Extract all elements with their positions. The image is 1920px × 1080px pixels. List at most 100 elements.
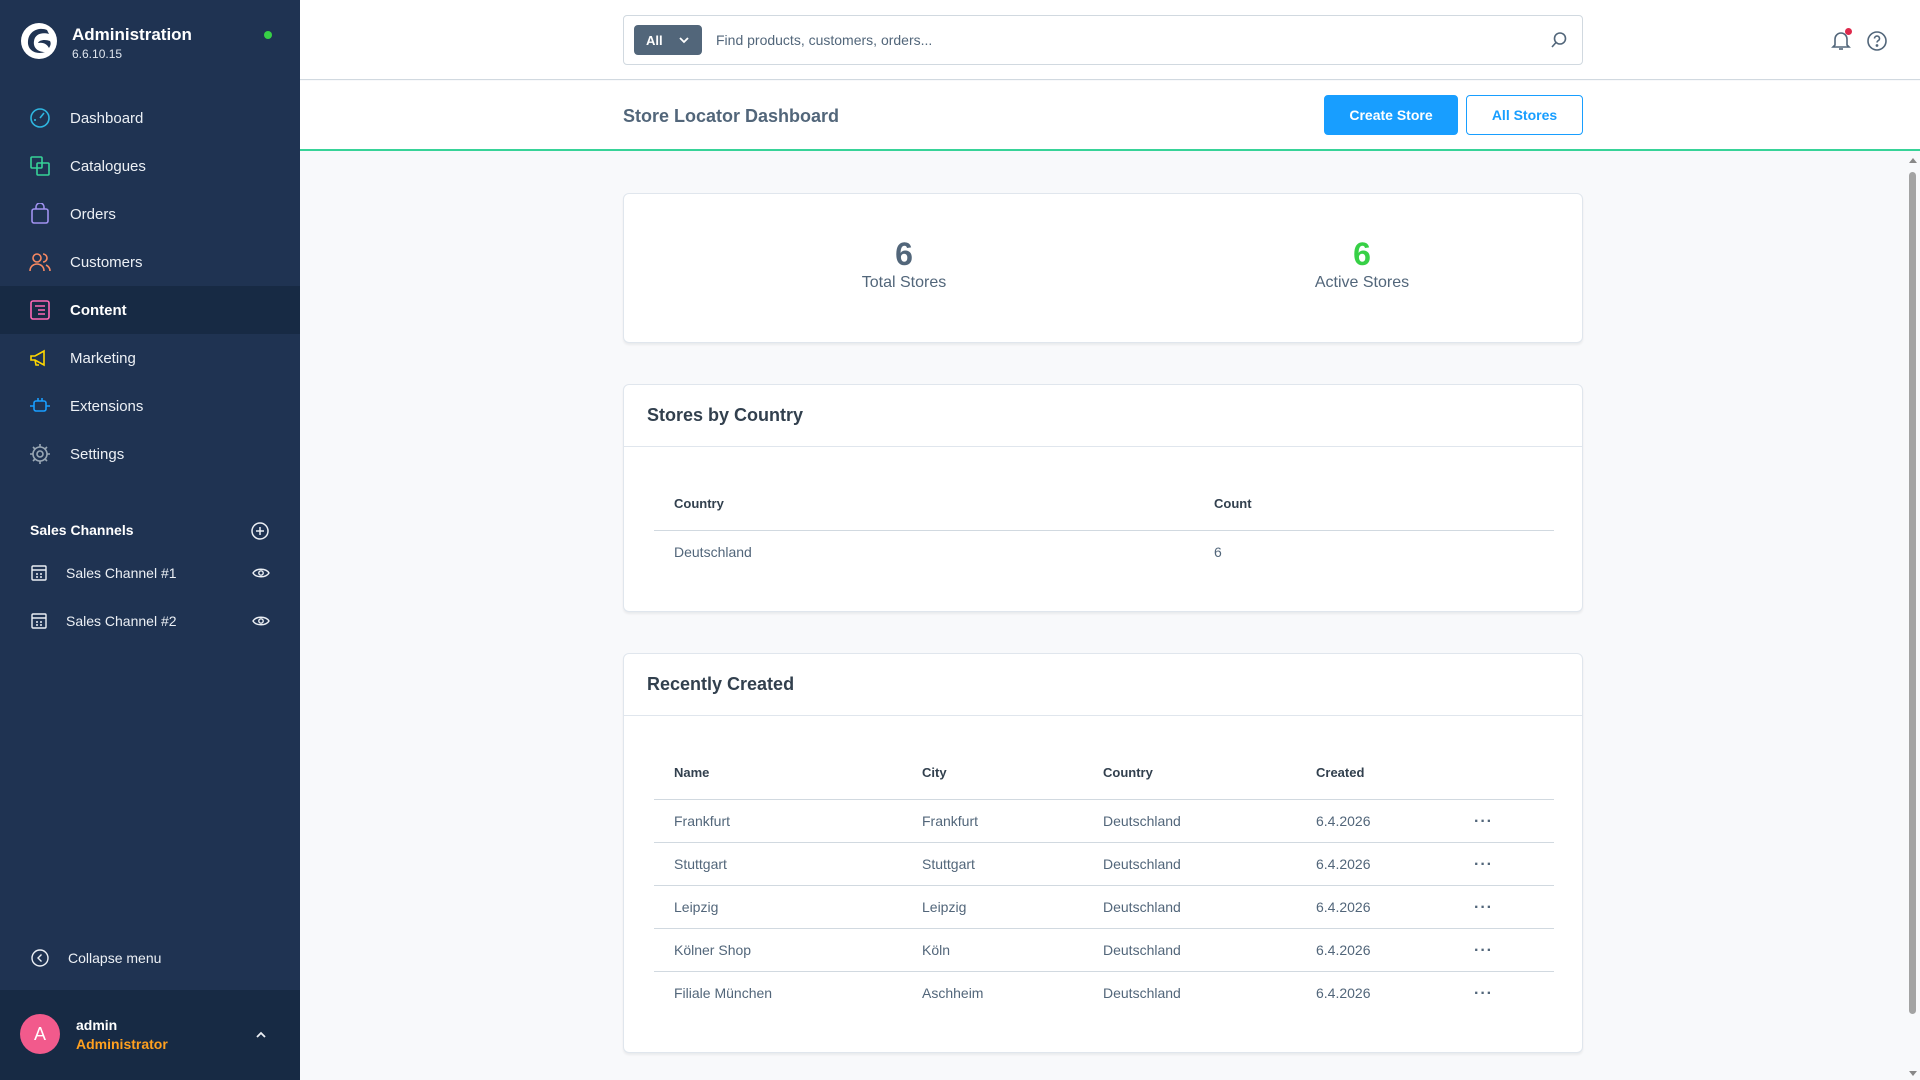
column-header-count: Count [1194,478,1554,531]
extensions-icon [28,394,52,418]
cell-count: 6 [1214,543,1222,560]
sales-channels-title: Sales Channels [30,522,134,538]
add-sales-channel-icon[interactable] [250,521,270,541]
customers-icon [28,250,52,274]
cell-name: Filiale München [674,984,773,1001]
nav-item-orders[interactable]: Orders [0,190,300,238]
page-scrollbar[interactable] [1906,153,1920,1080]
more-actions-icon[interactable]: ··· [1474,813,1493,829]
create-store-button[interactable]: Create Store [1324,95,1458,135]
cell-created: 6.4.2026 [1296,842,1474,886]
sales-channel-item[interactable]: Sales Channel #2 [30,608,274,636]
nav-label: Catalogues [70,157,146,175]
brand-version: 6.6.10.15 [72,47,123,61]
table-row[interactable]: Filiale München Aschheim Deutschland 6.4… [654,971,1554,1014]
nav-item-marketing[interactable]: Marketing [0,334,300,382]
more-actions-icon[interactable]: ··· [1474,942,1493,958]
search-type-dropdown[interactable]: All [634,25,702,55]
brand-title: Administration [72,25,192,44]
cell-country: Deutschland [1083,928,1296,972]
scroll-down-arrow[interactable] [1909,1071,1917,1076]
sidebar: Administration 6.6.10.15 Dashboard Catal… [0,0,300,1080]
nav-label: Settings [70,445,125,463]
table-row: Deutschland 6 [654,530,1554,573]
nav-label: Customers [70,253,143,271]
row-actions: ··· [1474,971,1554,1014]
chevron-up-icon[interactable] [254,1028,268,1042]
collapse-menu-button[interactable]: Collapse menu [30,946,270,970]
table-row[interactable]: Kölner Shop Köln Deutschland 6.4.2026 ··… [654,928,1554,972]
content-icon [28,298,52,322]
column-header-city: City [902,747,1083,800]
sales-channel-label: Sales Channel #1 [66,565,177,581]
column-header-name: Name [654,747,902,800]
sales-channel-item[interactable]: Sales Channel #1 [30,560,274,588]
user-role: Administrator [76,1036,168,1052]
scroll-thumb[interactable] [1909,172,1916,1014]
page-title: Store Locator Dashboard [623,106,840,126]
cell-country: Deutschland [1083,842,1296,886]
search-type-label: All [646,32,663,48]
collapse-menu-label: Collapse menu [68,950,162,966]
active-stores-stat: 6 Active Stores [1212,236,1512,292]
avatar: A [20,1014,60,1054]
more-actions-icon[interactable]: ··· [1474,899,1493,915]
recently-created-card: Recently Created Name City Country Creat… [623,653,1583,1053]
shopware-logo-icon [21,23,57,59]
cell-name: Stuttgart [654,842,902,886]
active-stores-value: 6 [1353,236,1371,272]
help-icon[interactable] [1866,30,1888,52]
user-menu[interactable]: A admin Administrator [0,990,300,1080]
cell-city: Leipzig [902,885,1083,929]
settings-icon [28,442,52,466]
nav-label: Marketing [70,349,136,367]
column-header-country: Country [654,478,1194,531]
stores-by-country-table: Country Count Deutschland 6 [654,478,1554,573]
cell-created: 6.4.2026 [1316,984,1371,1001]
more-actions-icon[interactable]: ··· [1474,985,1493,1001]
cell-name: Leipzig [654,885,902,929]
cell-created: 6.4.2026 [1296,799,1474,843]
stores-by-country-card: Stores by Country Country Count Deutschl… [623,384,1583,612]
row-actions: ··· [1474,928,1554,972]
recently-created-table: Name City Country Created Frankfurt Fran… [654,747,1554,1014]
nav-item-settings[interactable]: Settings [0,430,300,478]
cell-country: Deutschland [1103,984,1181,1001]
card-title: Stores by Country [624,385,1582,447]
total-stores-label: Total Stores [861,274,947,291]
nav-item-catalogues[interactable]: Catalogues [0,142,300,190]
cell-country: Deutschland [1083,885,1296,929]
global-search: All [623,15,1583,65]
brand[interactable]: Administration 6.6.10.15 [20,22,280,66]
nav-item-customers[interactable]: Customers [0,238,300,286]
nav-label: Orders [70,205,116,223]
search-icon[interactable] [1550,31,1568,49]
top-bar: All [300,0,1920,80]
table-row[interactable]: Stuttgart Stuttgart Deutschland 6.4.2026… [654,842,1554,886]
user-name: admin [76,1017,118,1033]
online-status-dot [264,31,272,39]
nav-item-dashboard[interactable]: Dashboard [0,94,300,142]
table-row[interactable]: Leipzig Leipzig Deutschland 6.4.2026 ··· [654,885,1554,929]
more-actions-icon[interactable]: ··· [1474,856,1493,872]
eye-icon[interactable] [252,566,270,580]
notification-badge [1845,28,1852,35]
main-nav: Dashboard Catalogues Orders Customers Co… [0,94,300,478]
scroll-up-arrow[interactable] [1909,158,1917,163]
nav-item-content[interactable]: Content [0,286,300,334]
nav-label: Extensions [70,397,144,415]
search-input[interactable] [716,26,1516,54]
nav-item-extensions[interactable]: Extensions [0,382,300,430]
total-stores-value: 6 [895,236,913,272]
cell-country: Deutschland [674,543,752,560]
cell-city: Frankfurt [902,799,1083,843]
table-row[interactable]: Frankfurt Frankfurt Deutschland 6.4.2026… [654,799,1554,843]
cell-created: 6.4.2026 [1296,928,1474,972]
all-stores-button[interactable]: All Stores [1466,95,1583,135]
active-stores-label: Active Stores [1314,274,1410,291]
chevron-left-circle-icon [31,949,49,967]
dashboard-icon [28,106,52,130]
eye-icon[interactable] [252,614,270,628]
chevron-down-icon [679,37,689,44]
cell-created: 6.4.2026 [1296,885,1474,929]
